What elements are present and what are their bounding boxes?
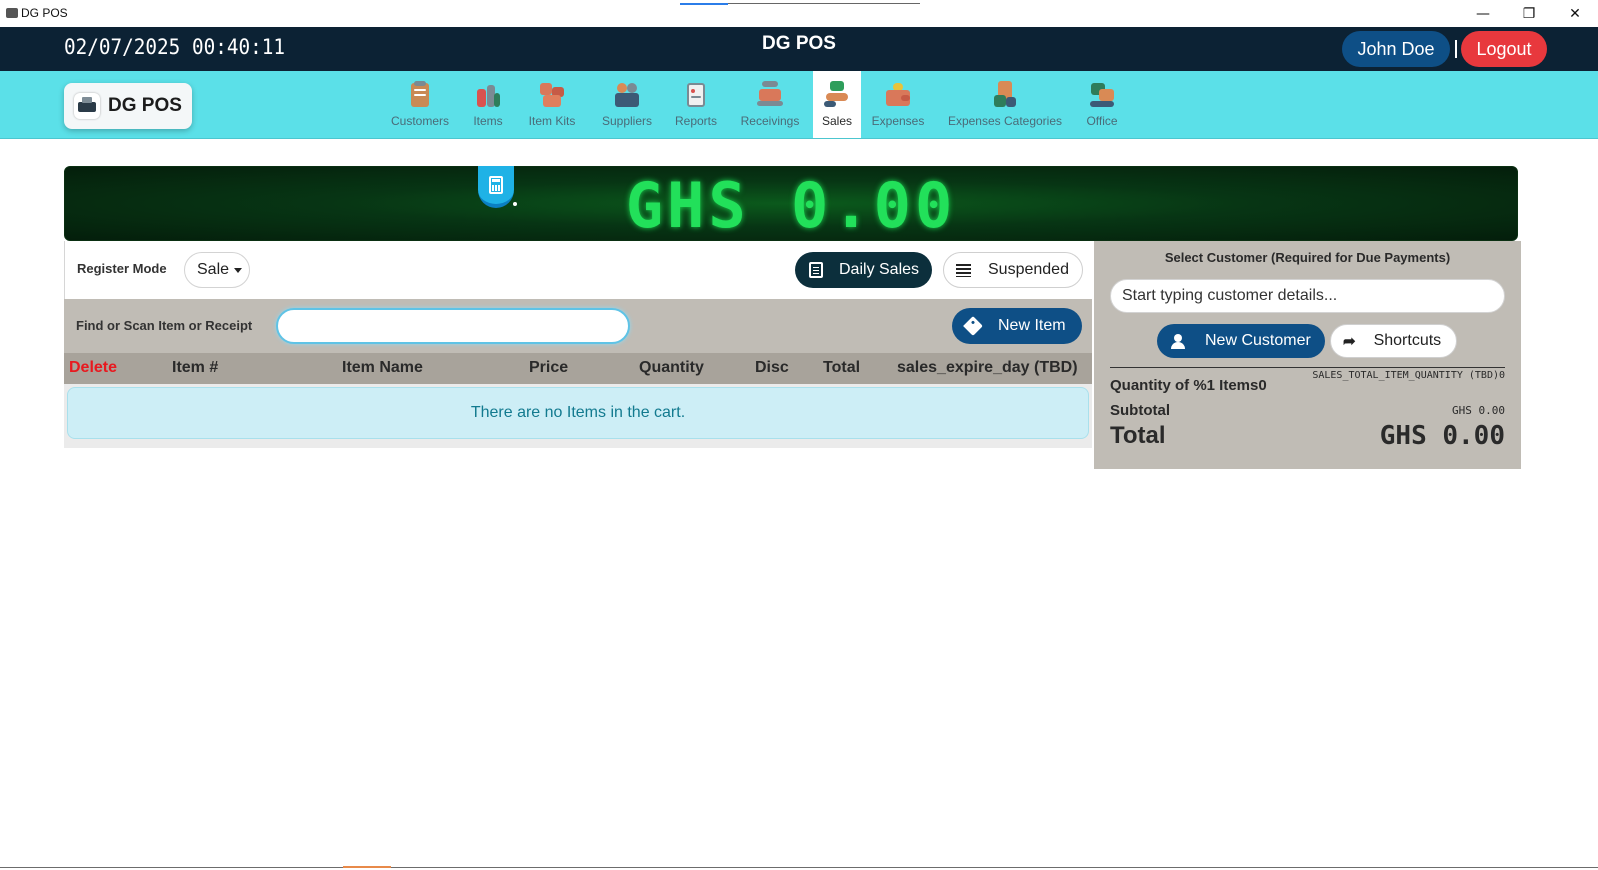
cash-register-icon: [74, 93, 100, 119]
tag-icon: [963, 316, 983, 336]
cart-table-header: Delete Item # Item Name Price Quantity D…: [64, 353, 1092, 384]
minimize-button[interactable]: —: [1460, 0, 1506, 27]
column-sales-expire-day: sales_expire_day (TBD): [897, 359, 1078, 376]
item-kits-icon: [539, 81, 565, 108]
calculator-indicator: [513, 202, 517, 206]
scan-item-input[interactable]: [276, 308, 630, 344]
header-separator: [1455, 40, 1457, 58]
expenses-categories-icon: [992, 81, 1018, 108]
scan-row: Find or Scan Item or Receipt New Item: [64, 299, 1092, 353]
nav-item-sales[interactable]: Sales: [813, 71, 861, 138]
shortcuts-label: Shortcuts: [1373, 332, 1442, 349]
customer-search-input[interactable]: [1110, 279, 1505, 313]
logo-text: DG POS: [108, 95, 182, 116]
summary-divider: [1110, 367, 1505, 368]
column-price: Price: [529, 359, 569, 376]
logo[interactable]: DG POS: [64, 83, 192, 129]
column-disc: Disc: [755, 359, 789, 376]
nav-item-reports[interactable]: Reports: [670, 71, 722, 138]
customers-icon: [407, 81, 433, 108]
receivings-icon: [757, 81, 783, 108]
top-header: 02/07/2025 00:40:11 DG POS John Doe Logo…: [0, 27, 1598, 71]
amount-display: GHS 0.00: [64, 166, 1518, 242]
nav-label: Suppliers: [601, 114, 653, 128]
daily-sales-label: Daily Sales: [839, 261, 920, 278]
suspended-button[interactable]: Suspended: [943, 252, 1083, 288]
sales-icon: [824, 81, 850, 108]
office-icon: [1089, 81, 1115, 108]
main-nav: DG POS Customers Items Item Kits Supplie…: [0, 71, 1598, 139]
total-value: GHS 0.00: [1379, 421, 1505, 451]
nav-label: Customers: [390, 114, 449, 128]
new-item-label: New Item: [998, 317, 1066, 334]
nav-item-office[interactable]: Office: [1080, 71, 1124, 138]
nav-label: Item Kits: [528, 114, 576, 128]
new-customer-label: New Customer: [1205, 332, 1311, 349]
loading-progress: [680, 3, 920, 5]
list-icon: [956, 263, 971, 277]
nav-item-expenses-categories[interactable]: Expenses Categories: [943, 71, 1067, 138]
nav-label: Receivings: [740, 114, 800, 128]
subtotal-label: Subtotal: [1110, 402, 1170, 419]
column-total: Total: [823, 359, 861, 376]
column-delete: Delete: [69, 359, 118, 376]
nav-label: Office: [1086, 114, 1118, 128]
calculator-button[interactable]: [478, 166, 514, 208]
nav-item-expenses[interactable]: Expenses: [869, 71, 927, 138]
reports-icon: [683, 81, 709, 108]
column-item-name: Item Name: [342, 359, 423, 376]
register-mode-value: Sale: [197, 261, 230, 278]
taskbar-indicator: [343, 866, 391, 868]
nav-item-customers[interactable]: Customers: [389, 71, 451, 138]
daily-sales-button[interactable]: Daily Sales: [795, 252, 932, 288]
maximize-button[interactable]: ❐: [1506, 0, 1552, 27]
nav-label: Expenses Categories: [947, 114, 1063, 128]
scan-label: Find or Scan Item or Receipt: [76, 318, 253, 333]
expenses-icon: [885, 81, 911, 108]
subtotal-value: GHS 0.00: [1452, 404, 1505, 417]
calculator-icon: [489, 176, 503, 194]
total-label: Total: [1110, 422, 1166, 449]
window-title: DG POS: [21, 6, 68, 20]
suppliers-icon: [614, 81, 640, 108]
customer-panel: Select Customer (Required for Due Paymen…: [1094, 241, 1521, 469]
bottom-border: [0, 867, 1598, 868]
items-icon: [475, 81, 501, 108]
app-icon: [6, 8, 18, 18]
quantity-label: Quantity of %1 Items0: [1110, 377, 1267, 394]
nav-item-item-kits[interactable]: Item Kits: [521, 71, 583, 138]
column-item-number: Item #: [172, 359, 219, 376]
list-alt-icon: [809, 262, 823, 278]
nav-label: Sales: [821, 114, 853, 128]
close-button[interactable]: ✕: [1552, 0, 1598, 27]
nav-item-receivings[interactable]: Receivings: [736, 71, 804, 138]
nav-item-suppliers[interactable]: Suppliers: [596, 71, 658, 138]
empty-cart-message: There are no Items in the cart.: [67, 387, 1089, 439]
logout-button[interactable]: Logout: [1461, 31, 1547, 67]
quantity-value: SALES_TOTAL_ITEM_QUANTITY (TBD)0: [1312, 370, 1505, 381]
suspended-label: Suspended: [988, 261, 1069, 278]
nav-item-items[interactable]: Items: [468, 71, 508, 138]
display-amount: GHS 0.00: [625, 169, 957, 242]
register-mode-row: Register Mode Sale Daily Sales Suspended: [64, 241, 1092, 299]
column-quantity: Quantity: [639, 359, 704, 376]
new-customer-button[interactable]: New Customer: [1157, 324, 1325, 358]
new-item-button[interactable]: New Item: [952, 308, 1082, 344]
register-panel: Register Mode Sale Daily Sales Suspended…: [64, 241, 1092, 448]
window-titlebar: DG POS — ❐ ✕: [0, 0, 1598, 27]
register-mode-label: Register Mode: [77, 261, 167, 276]
register-mode-select[interactable]: Sale: [184, 252, 250, 288]
nav-label: Reports: [674, 114, 718, 128]
caret-down-icon: [234, 267, 243, 273]
nav-label: Items: [473, 114, 503, 128]
share-icon: ➦: [1343, 333, 1356, 350]
shortcuts-button[interactable]: ➦ Shortcuts: [1330, 324, 1457, 358]
nav-label: Expenses: [871, 114, 925, 128]
user-icon: [1171, 333, 1185, 349]
customer-panel-title: Select Customer (Required for Due Paymen…: [1164, 250, 1451, 265]
user-button[interactable]: John Doe: [1342, 31, 1450, 67]
